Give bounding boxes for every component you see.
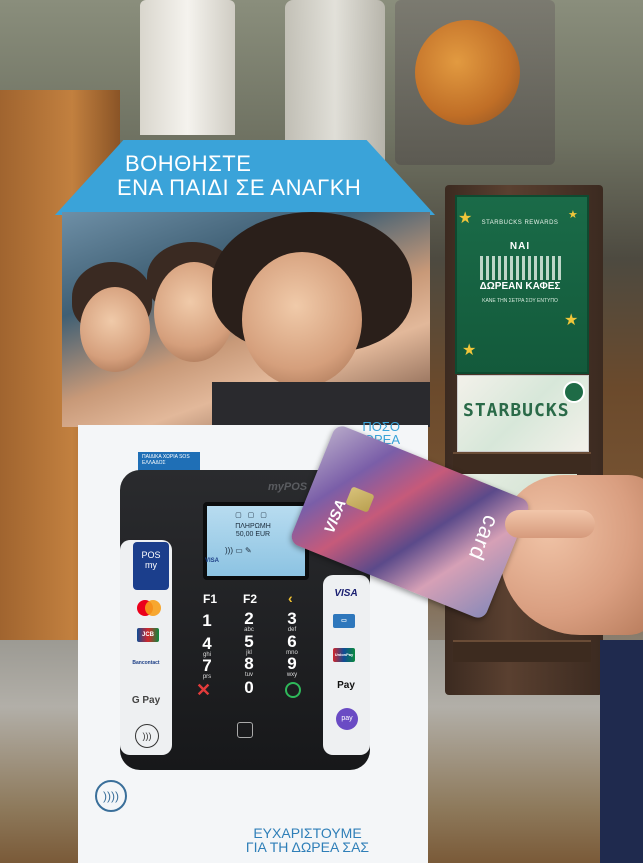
rewards-yes: ΝΑΙ: [509, 241, 531, 252]
pay-icon: pay: [336, 708, 358, 730]
star-icon: ★: [462, 342, 477, 359]
gift-card-word: STARBUCKS: [463, 400, 570, 421]
starbucks-logo-icon: [563, 381, 585, 403]
key-0[interactable]: 0: [237, 679, 261, 696]
rack-slot: [453, 640, 591, 662]
key-num: 5: [244, 632, 254, 651]
mastercard-icon: [137, 600, 161, 616]
mypos-badge-line2: my: [145, 560, 157, 570]
key-num: 9: [287, 654, 297, 673]
contactless-icon: ))) ▭ ✎: [225, 546, 252, 555]
contactless-icon: )))): [95, 780, 127, 812]
jcb-icon: JCB: [137, 628, 159, 642]
oranges: [415, 20, 520, 125]
thumb: [505, 510, 595, 538]
key-num: 4: [202, 634, 212, 653]
rewards-title: STARBUCKS REWARDS: [481, 220, 559, 226]
key-3[interactable]: 3 def: [280, 610, 304, 634]
key-num: 8: [244, 654, 254, 673]
rewards-pattern: [480, 256, 562, 280]
headline-line2: ΕΝΑ ΠΑΙΔΙ ΣΕ ΑΝΑΓΚΗ: [117, 175, 362, 200]
stand-headline: ΒΟΗΘΗΣΤΕ ΕΝΑ ΠΑΙΔΙ ΣΕ ΑΝΑΓΚΗ: [55, 152, 435, 200]
key-sub: wxy: [286, 672, 298, 678]
key-num: 2: [244, 609, 254, 628]
screen-line2: 50,00 EUR: [235, 531, 271, 538]
key-8[interactable]: 8 tuv: [237, 655, 261, 679]
headline-line1: ΒΟΗΘΗΣΤΕ: [125, 151, 252, 176]
screen-status-icons: ▢ ▢ ▢: [235, 512, 269, 519]
mypos-badge-line1: POS: [141, 550, 161, 560]
google-pay-icon: G Pay: [131, 695, 161, 706]
key-9[interactable]: 9 wxy: [280, 655, 304, 679]
thanks-line2: ΓΙΑ ΤΗ ΔΩΡΕΑ ΣΑΣ: [245, 839, 370, 855]
key-1[interactable]: 1: [195, 612, 219, 629]
amex-icon: ▭: [333, 614, 355, 628]
back-arrow-icon[interactable]: ‹: [288, 590, 293, 606]
apple-pay-icon: Pay: [326, 680, 366, 691]
screen-line1: ΠΛΗΡΩΜΗ: [235, 523, 271, 530]
thanks-text: ΕΥΧΑΡΙΣΤΟΥΜΕ ΓΙΑ ΤΗ ΔΩΡΕΑ ΣΑΣ: [200, 826, 415, 854]
mypos-badge: POS my: [133, 542, 169, 590]
key-num: 6: [287, 632, 297, 651]
children-photo: [62, 212, 430, 427]
rack-slot: [453, 452, 591, 474]
terminal-brand: myPOS: [268, 481, 308, 493]
photo-scene: ΒΟΗΘΗΣΤΕ ΕΝΑ ΠΑΙΔΙ ΣΕ ΑΝΑΓΚΗ ΠΑΙΔΙΚΑ ΧΩΡ…: [0, 0, 643, 863]
contactless-icon: ))): [135, 724, 159, 748]
screen-brands: VISA: [205, 558, 220, 564]
unionpay-icon: UnionPay: [333, 648, 355, 662]
rewards-subtitle: ΚΑΝΕ ΤΗΝ ΣΕΤΡΑ ΣΟΥ ΕΝΤΥΠΟ: [482, 298, 558, 304]
key-num: 0: [244, 678, 254, 697]
cancel-key-icon[interactable]: ✕: [196, 680, 211, 701]
f2-key[interactable]: F2: [243, 592, 257, 606]
stacked-cups: [140, 0, 235, 135]
visa-icon: VISA: [334, 588, 358, 599]
key-num: 1: [202, 611, 212, 630]
f1-key[interactable]: F1: [203, 592, 217, 606]
sleeve: [600, 640, 643, 863]
ok-key-icon[interactable]: [285, 682, 301, 698]
screen-text: ΠΛΗΡΩΜΗ 50,00 EUR: [214, 523, 292, 539]
key-2[interactable]: 2 abc: [237, 610, 261, 634]
key-7[interactable]: 7 prs: [195, 657, 219, 681]
bancontact-icon: Bancontact: [132, 660, 160, 666]
star-icon: ★: [564, 312, 579, 329]
stacked-cups-2: [285, 0, 385, 160]
chip-reader-icon: [237, 722, 253, 738]
apple-pay-label: Pay: [337, 680, 355, 691]
key-num: 3: [287, 609, 297, 628]
rewards-free-coffee: ΔΩΡΕΑΝ ΚΑΦΕΣ: [479, 281, 561, 292]
key-num: 7: [202, 656, 212, 675]
thanks-line1: ΕΥΧΑΡΙΣΤΟΥΜΕ: [253, 825, 362, 841]
